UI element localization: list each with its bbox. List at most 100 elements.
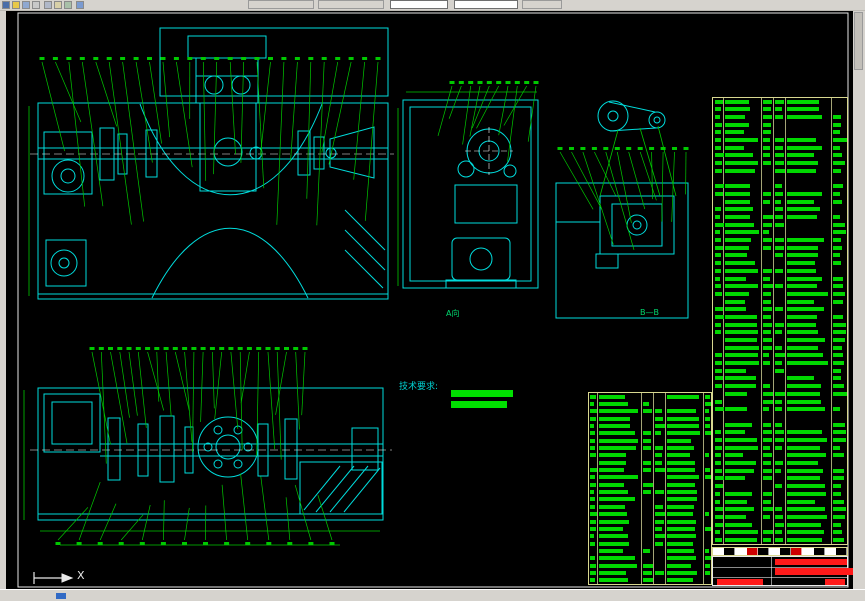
paste-icon[interactable]: [64, 1, 72, 9]
toolbar-combo-2[interactable]: [454, 0, 518, 9]
table-cell-text: [775, 430, 784, 435]
table-grid-line: [785, 98, 786, 544]
table-cell-text: [725, 230, 759, 235]
undo-icon[interactable]: [76, 1, 84, 9]
table-cell-text: [590, 512, 597, 517]
table-cell-text: [599, 578, 629, 583]
toolbar-button-1[interactable]: [248, 0, 314, 9]
table-cell-text: [715, 161, 722, 166]
table-cell-text: [725, 299, 745, 304]
table-cell-text: [705, 563, 711, 568]
table-cell-text: [763, 461, 772, 465]
table-cell-text: [787, 199, 815, 204]
table-cell-text: [705, 416, 711, 421]
table-cell-text: [590, 482, 596, 487]
table-cell-text: [725, 445, 758, 450]
table-cell-text: [643, 409, 652, 414]
table-cell-text: [667, 497, 697, 502]
parts-list-table-middle: [588, 392, 712, 585]
table-cell-text: [833, 161, 846, 166]
table-cell-text: [833, 422, 846, 427]
print-icon[interactable]: [32, 1, 40, 9]
table-cell-text: [775, 407, 782, 412]
table-cell-text: [787, 530, 824, 535]
copy-icon[interactable]: [54, 1, 62, 9]
table-cell-text: [725, 376, 756, 381]
toolbar-button-3[interactable]: [522, 0, 562, 9]
table-cell-text: [599, 526, 624, 531]
open-icon[interactable]: [12, 1, 20, 9]
table-cell-text: [599, 416, 631, 421]
table-cell-text: [787, 468, 824, 473]
table-cell-text: [763, 230, 770, 235]
table-cell-text: [715, 107, 721, 112]
table-cell-text: [833, 530, 843, 535]
scale-strip-cell: [713, 548, 725, 555]
table-cell-text: [763, 453, 773, 458]
table-cell-text: [667, 409, 697, 414]
table-cell-text: [667, 578, 693, 583]
table-cell-text: [787, 384, 821, 389]
view-label-b: B—B: [640, 308, 659, 317]
table-cell-text: [643, 460, 652, 465]
table-cell-text: [667, 504, 694, 509]
scale-strip-cell: [802, 548, 814, 555]
table-cell-text: [787, 245, 819, 250]
table-cell-text: [655, 541, 664, 546]
table-cell-text: [763, 430, 772, 435]
table-cell-text: [725, 422, 752, 427]
table-cell-text: [763, 222, 772, 227]
table-cell-text: [725, 168, 755, 173]
table-cell-text: [775, 537, 783, 542]
table-cell-text: [763, 399, 773, 404]
toolbar-combo-1[interactable]: [390, 0, 448, 9]
table-cell-text: [599, 548, 624, 553]
status-indicator: [56, 593, 66, 599]
table-cell-text: [725, 222, 754, 227]
table-cell-text: [775, 138, 785, 142]
table-cell-text: [599, 519, 629, 524]
cad-application-window: 技术要求: A向 B—B X: [0, 0, 865, 601]
table-cell-text: [725, 330, 758, 335]
table-cell-text: [725, 130, 744, 135]
table-cell-text: [775, 284, 784, 289]
table-cell-text: [715, 537, 723, 542]
new-icon[interactable]: [2, 1, 10, 9]
table-cell-text: [787, 522, 821, 527]
table-cell-text: [725, 184, 750, 189]
table-cell-text: [775, 391, 785, 396]
right-scrollbar-track[interactable]: [853, 10, 865, 589]
table-cell-text: [725, 499, 747, 504]
table-cell-text: [590, 563, 596, 568]
table-cell-text: [787, 407, 826, 412]
table-cell-text: [763, 191, 771, 196]
save-icon[interactable]: [22, 1, 30, 9]
table-cell-text: [725, 107, 750, 112]
table-cell-text: [833, 407, 841, 412]
table-cell-text: [705, 401, 711, 406]
scrollbar-thumb[interactable]: [854, 12, 863, 70]
table-cell-text: [715, 99, 723, 104]
table-cell-text: [787, 168, 817, 173]
table-cell-text: [590, 504, 595, 509]
table-cell-text: [643, 438, 651, 443]
table-cell-text: [599, 482, 624, 487]
table-cell-text: [667, 394, 699, 399]
table-cell-text: [590, 526, 596, 531]
toolbar: [0, 0, 865, 11]
toolbar-button-2[interactable]: [318, 0, 384, 9]
table-cell-text: [599, 453, 626, 458]
table-cell-text: [787, 314, 818, 319]
cut-icon[interactable]: [44, 1, 52, 9]
table-cell-text: [725, 314, 758, 319]
table-cell-text: [787, 353, 823, 358]
table-cell-text: [763, 384, 770, 389]
table-cell-text: [715, 399, 722, 404]
table-cell-text: [705, 468, 711, 473]
table-cell-text: [763, 238, 772, 242]
table-cell-text: [787, 399, 821, 404]
table-cell-text: [599, 431, 635, 436]
table-cell-text: [590, 409, 597, 414]
table-cell-text: [667, 438, 692, 443]
table-cell-text: [715, 461, 721, 465]
